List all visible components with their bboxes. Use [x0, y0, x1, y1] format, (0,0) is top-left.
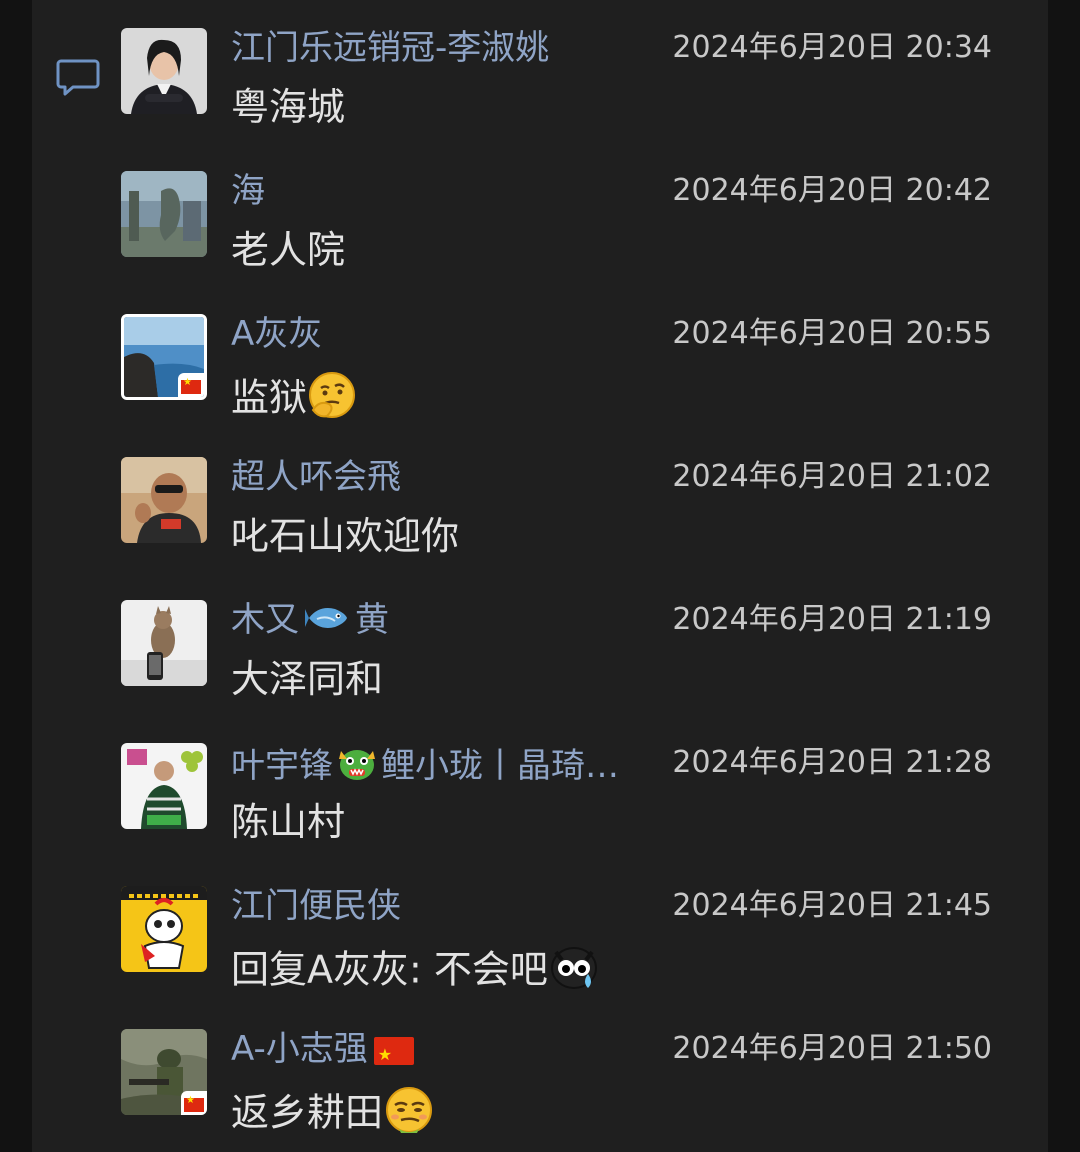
message-body: 返乡耕田	[231, 1090, 384, 1135]
avatar[interactable]	[121, 1029, 207, 1115]
message-text: 陈山村	[231, 799, 345, 845]
sender-name[interactable]: 木又 黄	[231, 600, 631, 642]
sender-name[interactable]: 江门乐远销冠-李淑姚	[231, 28, 631, 68]
message-text: 返乡耕田	[231, 1085, 435, 1145]
china-flag-icon	[373, 1035, 414, 1069]
sender-name-prefix: 叶宇锋	[231, 746, 333, 786]
comment-row[interactable]: 海 2024年6月20日 20:42 老人院	[0, 143, 1080, 286]
crying-face-icon	[548, 942, 600, 1002]
sender-name[interactable]: A灰灰	[231, 314, 631, 354]
sender-name[interactable]: A-小志强	[231, 1029, 631, 1069]
avatar[interactable]	[121, 743, 207, 829]
timestamp: 2024年6月20日 21:02	[672, 459, 992, 494]
timestamp: 2024年6月20日 21:45	[672, 888, 992, 923]
message-body: 回复A灰灰: 不会吧	[231, 947, 548, 992]
message-body: 粤海城	[231, 85, 346, 129]
message-text: 大泽同和	[231, 656, 383, 702]
timestamp: 2024年6月20日 21:50	[672, 1031, 992, 1066]
sender-name[interactable]: 超人吥会飛	[231, 457, 631, 497]
comment-row[interactable]: A-小志强 2024年6月20日 21:50 返乡耕田	[0, 1001, 1080, 1144]
thinking-face-icon	[307, 370, 357, 430]
message-body: 陈山村	[231, 800, 346, 844]
message-body: 叱石山欢迎你	[231, 514, 460, 558]
avatar[interactable]	[121, 600, 207, 686]
flag-icon	[181, 1091, 207, 1115]
sender-name[interactable]: 江门便民侠	[231, 886, 631, 926]
flag-icon	[178, 373, 204, 397]
sender-name[interactable]: 海	[231, 171, 631, 211]
sender-name-prefix: 木又	[231, 600, 299, 640]
dragon-icon	[335, 743, 379, 792]
avatar[interactable]	[121, 457, 207, 543]
comment-row[interactable]: A灰灰 2024年6月20日 20:55 监狱	[0, 286, 1080, 429]
avatar[interactable]	[121, 28, 207, 114]
avatar[interactable]	[121, 171, 207, 257]
timestamp: 2024年6月20日 21:19	[672, 602, 992, 637]
sender-name-suffix: 鲤小珑丨晶琦…	[381, 746, 619, 786]
sender-name-text: A-小志强	[231, 1029, 368, 1069]
comment-row[interactable]: 超人吥会飛 2024年6月20日 21:02 叱石山欢迎你	[0, 429, 1080, 572]
smirk-face-icon	[383, 1085, 435, 1145]
timestamp: 2024年6月20日 20:42	[672, 173, 992, 208]
message-text: 老人院	[231, 227, 345, 273]
avatar[interactable]	[121, 886, 207, 972]
message-text: 叱石山欢迎你	[231, 513, 459, 559]
timestamp: 2024年6月20日 20:55	[672, 316, 992, 351]
message-text: 回复A灰灰: 不会吧	[231, 942, 600, 1002]
avatar[interactable]	[121, 314, 207, 400]
fish-icon	[305, 602, 349, 642]
timestamp: 2024年6月20日 20:34	[672, 30, 992, 65]
message-text: 粤海城	[231, 84, 345, 130]
comment-row[interactable]: 叶宇锋 鲤小珑丨晶琦… 2024年6月20日 21:28 陈山村	[0, 715, 1080, 858]
message-body: 大泽同和	[231, 657, 384, 701]
comment-row[interactable]: 江门便民侠 2024年6月20日 21:45 回复A灰灰: 不会吧	[0, 858, 1080, 1001]
message-text: 监狱	[231, 370, 357, 430]
sender-name-suffix: 黄	[355, 600, 389, 640]
comment-row[interactable]: 木又 黄 2024年6月20日 21:19 大泽同和	[0, 572, 1080, 715]
timestamp: 2024年6月20日 21:28	[672, 745, 992, 780]
message-body: 监狱	[231, 375, 308, 420]
message-body: 老人院	[231, 228, 346, 272]
sender-name[interactable]: 叶宇锋 鲤小珑丨晶琦…	[231, 743, 631, 792]
comment-row[interactable]: 江门乐远销冠-李淑姚 2024年6月20日 20:34 粤海城	[0, 0, 1080, 143]
